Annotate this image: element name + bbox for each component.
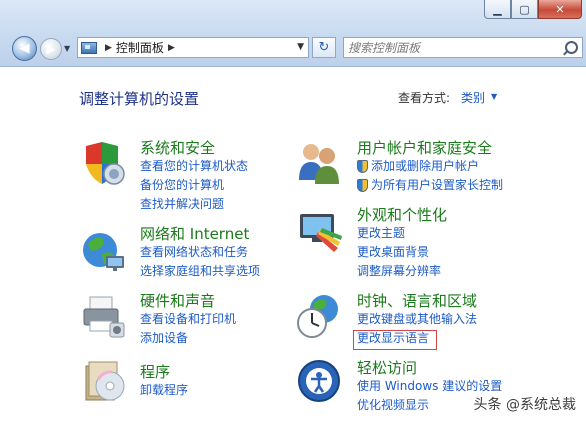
link-backup-computer[interactable]: 备份您的计算机	[140, 176, 248, 195]
ease-of-access-icon	[298, 360, 340, 402]
refresh-icon: ↻	[318, 40, 330, 55]
maximize-button[interactable]: ▢	[511, 0, 538, 19]
link-parental-controls[interactable]: 为所有用户设置家长控制	[371, 176, 503, 195]
link-devices-printers[interactable]: 查看设备和打印机	[140, 310, 236, 329]
view-by-label: 查看方式:	[398, 91, 451, 105]
category-network-internet: 网络和 Internet 查看网络状态和任务 选择家庭组和共享选项	[140, 225, 260, 281]
programs-disc-icon	[85, 361, 125, 401]
appearance-monitor-icon	[300, 214, 342, 252]
control-panel-icon	[81, 41, 97, 54]
search-input[interactable]	[348, 39, 548, 56]
link-find-fix-problems[interactable]: 查找并解决问题	[140, 195, 248, 214]
category-title-hardware-sound[interactable]: 硬件和声音	[140, 292, 236, 310]
link-add-remove-accounts-row[interactable]: 添加或删除用户帐户	[357, 157, 503, 176]
chevron-right-icon[interactable]: ▶	[168, 43, 175, 53]
watermark-text: 头条 @系统总裁	[473, 397, 576, 413]
security-shield-icon	[86, 142, 125, 185]
category-user-accounts: 用户帐户和家庭安全 添加或删除用户帐户 为所有用户设置家长控制	[357, 139, 503, 195]
network-globe-icon	[83, 233, 124, 271]
minimize-button[interactable]: ▁	[484, 0, 511, 19]
link-change-theme[interactable]: 更改主题	[357, 224, 447, 243]
address-dropdown-icon[interactable]: ▼	[297, 42, 304, 52]
arrow-right-icon: ▶	[46, 42, 56, 56]
chevron-down-icon[interactable]: ▼	[491, 92, 497, 101]
link-add-device[interactable]: 添加设备	[140, 329, 236, 348]
link-view-network-status[interactable]: 查看网络状态和任务	[140, 243, 260, 262]
address-bar[interactable]: ▶ 控制面板 ▶ ▼	[77, 37, 309, 58]
uac-shield-icon	[357, 160, 368, 173]
clock-globe-icon	[297, 295, 338, 338]
search-box[interactable]	[343, 37, 583, 58]
category-programs: 程序 卸载程序	[140, 363, 188, 400]
highlight-box	[353, 330, 437, 350]
users-icon	[299, 144, 339, 184]
forward-button[interactable]: ▶	[40, 38, 62, 60]
link-uninstall-program[interactable]: 卸载程序	[140, 381, 188, 400]
category-title-clock-language-region[interactable]: 时钟、语言和区域	[357, 292, 477, 310]
category-title-user-accounts[interactable]: 用户帐户和家庭安全	[357, 139, 503, 157]
category-title-programs[interactable]: 程序	[140, 363, 188, 381]
link-change-desktop-background[interactable]: 更改桌面背景	[357, 243, 447, 262]
category-system-security: 系统和安全 查看您的计算机状态 备份您的计算机 查找并解决问题	[140, 139, 248, 214]
printer-icon	[83, 296, 125, 338]
link-parental-controls-row[interactable]: 为所有用户设置家长控制	[357, 176, 503, 195]
uac-shield-icon	[357, 179, 368, 192]
link-adjust-resolution[interactable]: 调整屏幕分辨率	[357, 262, 447, 281]
category-title-system-security[interactable]: 系统和安全	[140, 139, 248, 157]
category-title-appearance[interactable]: 外观和个性化	[357, 206, 447, 224]
link-homegroup-sharing[interactable]: 选择家庭组和共享选项	[140, 262, 260, 281]
view-by-dropdown[interactable]: 类别	[461, 89, 485, 106]
category-appearance: 外观和个性化 更改主题 更改桌面背景 调整屏幕分辨率	[357, 206, 447, 281]
recent-pages-dropdown[interactable]: ▼	[64, 44, 70, 53]
link-add-remove-accounts[interactable]: 添加或删除用户帐户	[371, 157, 479, 176]
window-buttons: ▁ ▢ ✕	[484, 0, 582, 20]
category-title-network-internet[interactable]: 网络和 Internet	[140, 225, 260, 243]
chevron-right-icon[interactable]: ▶	[105, 43, 112, 53]
breadcrumb-control-panel[interactable]: 控制面板	[116, 39, 164, 56]
window-chrome: ▁ ▢ ✕ ◀ ▶ ▼ ▶ 控制面板 ▶ ▼ ↻	[0, 0, 586, 67]
watermark: 头条 @系统总裁	[474, 394, 576, 414]
search-icon[interactable]	[565, 41, 578, 54]
category-title-ease-of-access[interactable]: 轻松访问	[357, 359, 502, 377]
link-change-input-method[interactable]: 更改键盘或其他输入法	[357, 310, 477, 329]
category-hardware-sound: 硬件和声音 查看设备和打印机 添加设备	[140, 292, 236, 348]
close-button[interactable]: ✕	[538, 0, 582, 19]
back-button[interactable]: ◀	[12, 36, 37, 61]
arrow-left-icon: ◀	[19, 41, 30, 56]
refresh-button[interactable]: ↻	[312, 37, 336, 58]
link-view-computer-status[interactable]: 查看您的计算机状态	[140, 157, 248, 176]
control-panel-window: ▁ ▢ ✕ ◀ ▶ ▼ ▶ 控制面板 ▶ ▼ ↻ 调整计算机的设置 查看方式: …	[0, 0, 586, 424]
page-title: 调整计算机的设置	[79, 90, 200, 108]
